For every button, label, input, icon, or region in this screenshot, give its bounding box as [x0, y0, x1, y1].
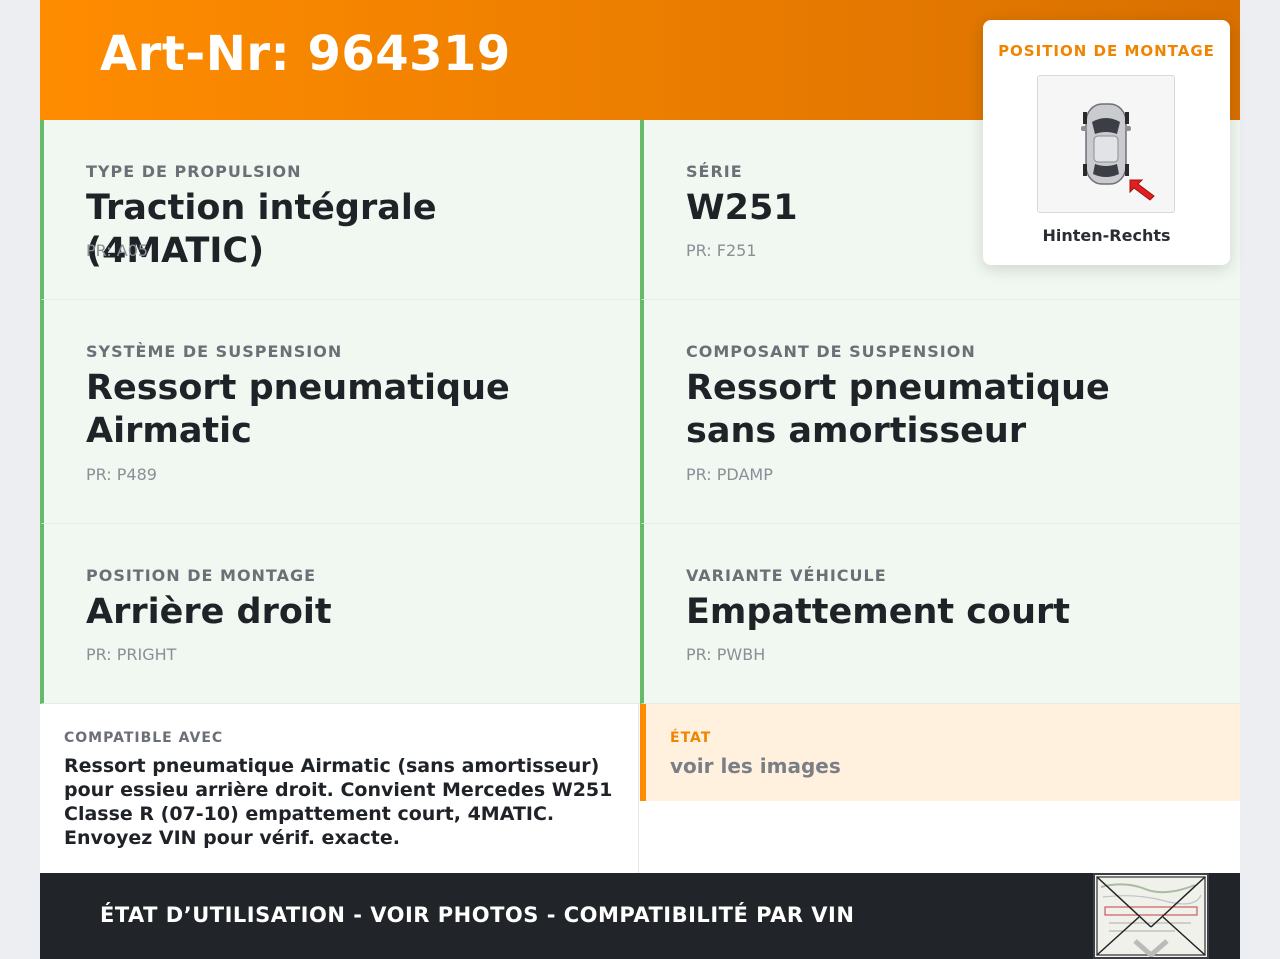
car-top-view-icon: [1037, 75, 1175, 213]
article-number-title: Art-Nr: 964319: [100, 26, 511, 82]
footer-text: ÉTAT D’UTILISATION - VOIR PHOTOS - COMPA…: [100, 903, 855, 927]
car-diagram: [1081, 103, 1155, 201]
compatibility-text: Ressort pneumatique Airmatic (sans amort…: [64, 755, 613, 849]
condition-section: ÉTAT voir les images: [640, 704, 1240, 801]
attr-pr-code: PR: F251: [686, 241, 757, 260]
condition-text: voir les images: [670, 754, 841, 778]
compatibility-section: COMPATIBLE AVEC Ressort pneumatique Airm…: [40, 704, 639, 873]
attr-suspension-component: COMPOSANT DE SUSPENSION Ressort pneumati…: [640, 300, 1240, 524]
attr-value: Ressort pneumatique Airmatic: [86, 368, 510, 451]
attr-pr-code: PR: PDAMP: [686, 465, 773, 484]
attr-value: Empattement court: [686, 592, 1070, 632]
attr-label: VARIANTE VÉHICULE: [686, 566, 887, 585]
envelope-document-icon[interactable]: [1093, 873, 1209, 959]
attr-label: SÉRIE: [686, 162, 743, 181]
mount-panel-caption: Hinten-Rechts: [1042, 226, 1171, 245]
envelope-document-graphic: [1096, 876, 1206, 957]
attr-value: Arrière droit: [86, 592, 332, 632]
attr-label: SYSTÈME DE SUSPENSION: [86, 342, 343, 361]
compatibility-label: COMPATIBLE AVEC: [64, 730, 224, 746]
mount-panel-title: POSITION DE MONTAGE: [998, 42, 1215, 60]
attr-pr-code: PR: A05: [86, 241, 149, 260]
attr-propulsion: TYPE DE PROPULSION Traction intégrale (4…: [40, 120, 640, 300]
footer-bar: ÉTAT D’UTILISATION - VOIR PHOTOS - COMPA…: [40, 873, 1240, 959]
attr-pr-code: PR: PWBH: [686, 645, 766, 664]
attr-pr-code: PR: P489: [86, 465, 157, 484]
mount-position-panel: POSITION DE MONTAGE Hinten-Rechts: [983, 20, 1230, 265]
attr-value: Ressort pneumatique sans amortisseur: [686, 368, 1110, 451]
attr-vehicle-variant: VARIANTE VÉHICULE Empattement court PR: …: [640, 524, 1240, 704]
attr-suspension-system: SYSTÈME DE SUSPENSION Ressort pneumatiqu…: [40, 300, 640, 524]
attr-label: TYPE DE PROPULSION: [86, 162, 302, 181]
attr-mount-position: POSITION DE MONTAGE Arrière droit PR: PR…: [40, 524, 640, 704]
attr-value: Traction intégrale (4MATIC): [86, 188, 437, 271]
attr-label: COMPOSANT DE SUSPENSION: [686, 342, 976, 361]
condition-label: ÉTAT: [670, 730, 712, 746]
attr-label: POSITION DE MONTAGE: [86, 566, 317, 585]
attr-pr-code: PR: PRIGHT: [86, 645, 177, 664]
